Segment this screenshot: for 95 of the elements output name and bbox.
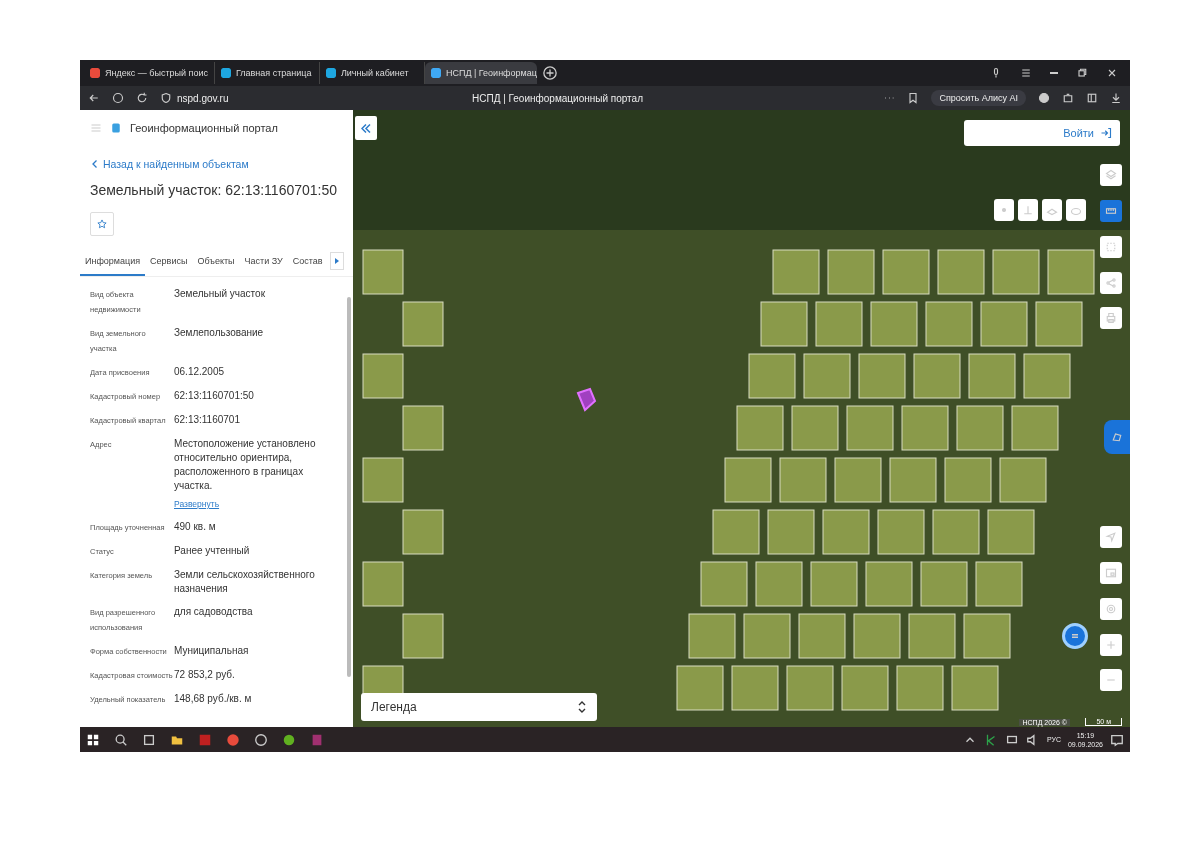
field-value: 72 853,2 руб. [174, 668, 236, 682]
field-value: 06.12.2005 [174, 365, 226, 379]
minimize-icon [1050, 72, 1058, 74]
zoom-in-button[interactable] [1100, 634, 1122, 656]
field-value: 62:13:1160701 [174, 413, 241, 427]
pdf-reader-icon [198, 732, 212, 747]
app-icon [282, 732, 296, 747]
scrollbar[interactable] [347, 297, 351, 677]
legend-dropdown[interactable]: Легенда [361, 693, 597, 721]
plus-icon [1105, 639, 1117, 651]
printer-icon [1105, 312, 1117, 324]
field-value: 62:13:1160701:50 [174, 389, 255, 403]
restore-icon [1076, 67, 1088, 79]
double-chevron-icon [361, 123, 371, 133]
info-tab[interactable]: Информация [80, 250, 146, 276]
back-arrow-icon [88, 92, 100, 104]
field-value: 148,68 руб./кв. м [174, 692, 253, 706]
bookmark-icon [907, 92, 920, 104]
collapse-panel-button[interactable] [355, 116, 377, 140]
area-tool-button[interactable] [1042, 199, 1062, 221]
print-button[interactable] [1100, 307, 1122, 329]
browser-icon [226, 732, 240, 747]
menu-icon [1020, 67, 1032, 79]
login-button[interactable]: Войти [964, 120, 1120, 146]
address-field[interactable]: nspd.gov.ru [177, 92, 229, 104]
page-title: НСПД | Геоинформационный портал [472, 92, 644, 104]
c-letter-app-icon [254, 732, 268, 747]
login-icon [1100, 127, 1112, 139]
browser-tab[interactable]: НСПД | Геоинформац [424, 62, 537, 84]
layers-button[interactable] [1100, 164, 1122, 186]
select-icon [1105, 241, 1117, 253]
caret-icon [333, 258, 340, 264]
plus-icon [542, 66, 557, 80]
expand-link[interactable]: Развернуть [174, 499, 220, 509]
location-icon [1105, 603, 1117, 615]
browser-tab[interactable]: Яндекс — быстрый поис [84, 62, 215, 84]
field-value: Земельный участок [174, 287, 266, 301]
menu-icon [90, 122, 102, 134]
browser-tab[interactable]: Главная страница [214, 62, 320, 84]
sort-caret-icon [577, 701, 587, 713]
browser-logo-icon [112, 92, 124, 104]
zoom-out-button[interactable] [1100, 669, 1122, 691]
field-value: Землепользование [174, 326, 265, 340]
ruler-icon [1105, 205, 1117, 217]
field-value: Местоположение установлено относительно ориентира, расположенного в границах участка. [174, 437, 317, 493]
close-icon [1106, 67, 1118, 79]
portal-title: Геоинформационный портал [130, 122, 278, 134]
object-heading: Земельный участок: 62:13:1160701:50 [90, 182, 339, 198]
star-icon [97, 218, 107, 230]
notifications-icon [1110, 732, 1124, 747]
chevron-left-icon [92, 160, 97, 168]
back-link[interactable]: Назад к найденным объектам [92, 158, 353, 170]
line-tool-button[interactable] [1018, 199, 1038, 221]
field-value: Муниципальная [174, 644, 250, 658]
search-icon [114, 732, 128, 747]
satellite-map[interactable] [353, 110, 1130, 727]
favorite-button[interactable] [90, 212, 114, 236]
location-button[interactable] [1100, 598, 1122, 620]
field-value: 490 кв. м [174, 520, 217, 534]
info-tab[interactable]: Части ЗУ [239, 250, 288, 276]
circle-tool-button[interactable] [1066, 199, 1086, 221]
portal-logo-icon [110, 122, 122, 134]
archive-icon [310, 732, 324, 747]
browser-tab[interactable]: Личный кабинет [319, 62, 425, 84]
map-side-tab[interactable] [1104, 420, 1130, 454]
point-tool-button[interactable] [994, 199, 1014, 221]
field-value: Ранее учтенный [174, 544, 251, 558]
site-icon [430, 68, 441, 78]
reload-icon [136, 92, 148, 104]
select-area-button[interactable] [1100, 236, 1122, 258]
layers-icon [1105, 169, 1117, 181]
download-icon [1110, 92, 1122, 104]
ask-assistant-button[interactable]: Спросить Алису AI [931, 90, 1026, 106]
info-tab[interactable]: Объекты [192, 250, 240, 276]
share-button[interactable] [1100, 272, 1122, 294]
site-icon [90, 68, 100, 78]
site-icon [220, 68, 231, 78]
windows-icon [86, 732, 100, 747]
extensions-icon [1062, 92, 1074, 104]
field-value: Земли сельскохозяйственного назначения [174, 568, 316, 596]
map-icon [1111, 431, 1123, 443]
ruler-button[interactable] [1100, 200, 1122, 222]
site-icon [325, 68, 336, 78]
field-value: для садоводства [174, 605, 254, 619]
navigation-arrow-icon [1105, 531, 1117, 543]
minimap-button[interactable] [1100, 562, 1122, 584]
minimap-icon [1105, 567, 1117, 579]
info-tab[interactable]: Сервисы [145, 250, 193, 276]
line-icon [1022, 204, 1034, 216]
task-view-icon [142, 732, 156, 747]
navigation-button[interactable] [1100, 526, 1122, 548]
info-tab[interactable]: Состав [287, 250, 328, 276]
sidebar-icon [1086, 92, 1098, 104]
share-icon [1105, 277, 1117, 289]
scroll-tabs-button[interactable] [329, 252, 344, 270]
